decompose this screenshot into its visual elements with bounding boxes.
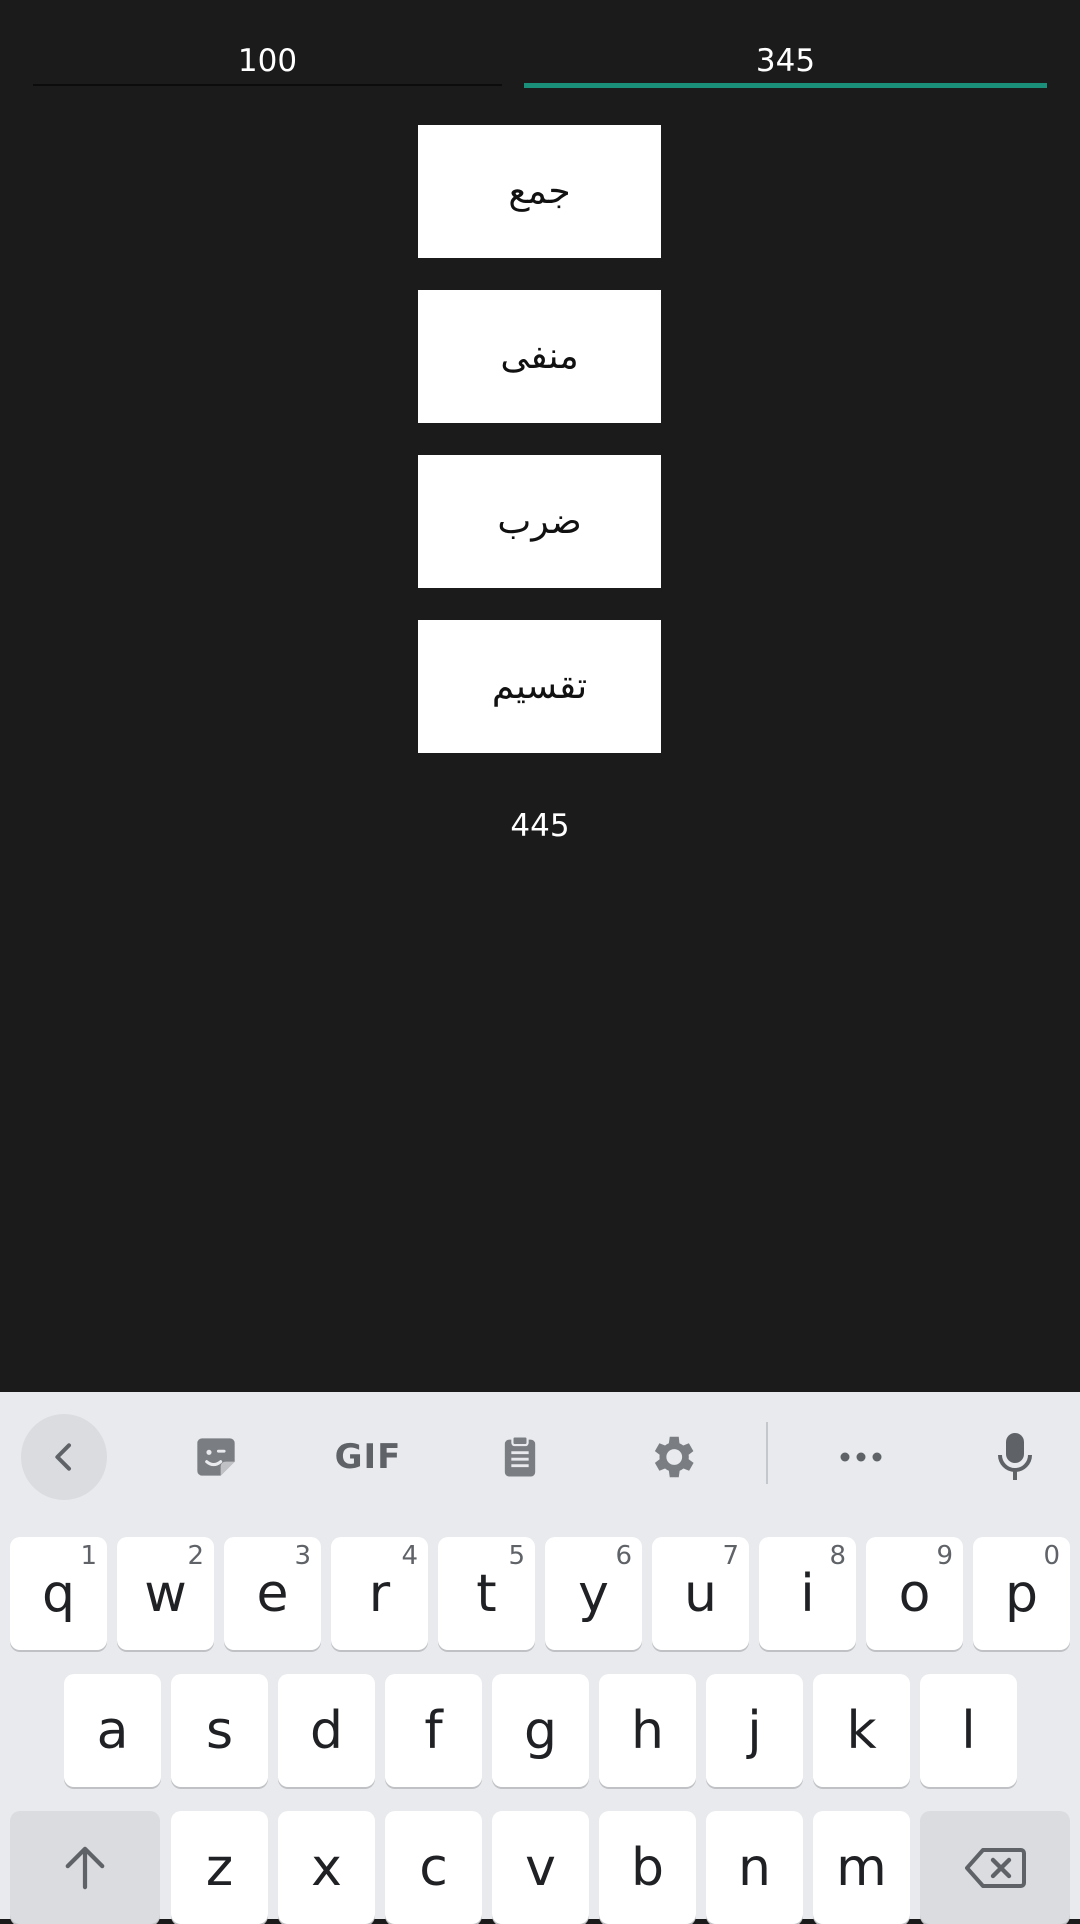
key-y[interactable]: y6 bbox=[545, 1537, 642, 1650]
key-label: n bbox=[738, 1837, 771, 1898]
key-label: g bbox=[523, 1700, 557, 1761]
shift-arrow-icon bbox=[65, 1846, 105, 1889]
key-label: o bbox=[898, 1563, 931, 1624]
key-hint: 9 bbox=[936, 1541, 953, 1571]
gif-button[interactable]: GIF bbox=[325, 1414, 411, 1500]
key-label: p bbox=[1004, 1563, 1038, 1624]
key-a[interactable]: a bbox=[64, 1674, 161, 1787]
sticker-icon[interactable] bbox=[173, 1414, 259, 1500]
key-w[interactable]: w2 bbox=[117, 1537, 214, 1650]
key-label: u bbox=[684, 1563, 717, 1624]
key-i[interactable]: i8 bbox=[759, 1537, 856, 1650]
second-number-underline-focused bbox=[524, 83, 1047, 88]
key-c[interactable]: c bbox=[385, 1811, 482, 1924]
gear-icon[interactable] bbox=[629, 1414, 715, 1500]
clipboard-icon[interactable] bbox=[477, 1414, 563, 1500]
backspace-icon bbox=[965, 1847, 1026, 1888]
key-e[interactable]: e3 bbox=[224, 1537, 321, 1650]
key-label: m bbox=[836, 1837, 887, 1898]
key-label: s bbox=[205, 1700, 234, 1761]
first-number-input[interactable] bbox=[33, 38, 502, 84]
key-hint: 7 bbox=[722, 1541, 739, 1571]
key-label: v bbox=[525, 1837, 556, 1898]
key-l[interactable]: l bbox=[920, 1674, 1017, 1787]
key-hint: 4 bbox=[401, 1541, 418, 1571]
multiply-button[interactable]: ضرب bbox=[418, 455, 661, 588]
result-text: 445 bbox=[510, 808, 570, 844]
key-label: h bbox=[631, 1700, 664, 1761]
key-q[interactable]: q1 bbox=[10, 1537, 107, 1650]
first-number-field[interactable] bbox=[33, 38, 502, 86]
key-d[interactable]: d bbox=[278, 1674, 375, 1787]
key-n[interactable]: n bbox=[706, 1811, 803, 1924]
key-label: a bbox=[96, 1700, 129, 1761]
key-hint: 0 bbox=[1043, 1541, 1060, 1571]
key-label: k bbox=[846, 1700, 877, 1761]
key-s[interactable]: s bbox=[171, 1674, 268, 1787]
key-label: e bbox=[256, 1563, 289, 1624]
key-label: w bbox=[144, 1563, 187, 1624]
more-horizontal-icon[interactable] bbox=[818, 1414, 904, 1500]
shift-key[interactable] bbox=[10, 1811, 160, 1924]
key-u[interactable]: u7 bbox=[652, 1537, 749, 1650]
key-label: b bbox=[630, 1837, 664, 1898]
key-hint: 1 bbox=[80, 1541, 97, 1571]
toolbar-divider bbox=[766, 1422, 768, 1484]
microphone-icon[interactable] bbox=[972, 1414, 1058, 1500]
key-k[interactable]: k bbox=[813, 1674, 910, 1787]
key-j[interactable]: j bbox=[706, 1674, 803, 1787]
subtract-button[interactable]: منفی bbox=[418, 290, 661, 423]
key-hint: 3 bbox=[294, 1541, 311, 1571]
key-label: i bbox=[800, 1563, 815, 1624]
key-label: f bbox=[424, 1700, 443, 1761]
second-number-input[interactable] bbox=[524, 38, 1047, 84]
first-number-underline bbox=[33, 84, 502, 86]
key-hint: 5 bbox=[508, 1541, 525, 1571]
key-hint: 8 bbox=[829, 1541, 846, 1571]
key-label: q bbox=[41, 1563, 75, 1624]
key-o[interactable]: o9 bbox=[866, 1537, 963, 1650]
key-x[interactable]: x bbox=[278, 1811, 375, 1924]
key-t[interactable]: t5 bbox=[438, 1537, 535, 1650]
keyboard-toolbar: GIF bbox=[0, 1392, 1080, 1512]
key-label: x bbox=[311, 1837, 342, 1898]
key-hint: 2 bbox=[187, 1541, 204, 1571]
backspace-key[interactable] bbox=[920, 1811, 1070, 1924]
add-button[interactable]: جمع bbox=[418, 125, 661, 258]
key-z[interactable]: z bbox=[171, 1811, 268, 1924]
key-r[interactable]: r4 bbox=[331, 1537, 428, 1650]
gif-label: GIF bbox=[334, 1437, 402, 1477]
key-label: r bbox=[368, 1563, 391, 1624]
key-f[interactable]: f bbox=[385, 1674, 482, 1787]
key-label: t bbox=[476, 1563, 497, 1624]
key-label: y bbox=[578, 1563, 609, 1624]
key-b[interactable]: b bbox=[599, 1811, 696, 1924]
soft-keyboard: GIF q1w2e3r4t5y6u7i8o9p0 asdfghjkl zxcvb… bbox=[0, 1392, 1080, 1924]
second-number-field[interactable] bbox=[524, 38, 1047, 88]
key-label: c bbox=[419, 1837, 448, 1898]
key-m[interactable]: m bbox=[813, 1811, 910, 1924]
key-h[interactable]: h bbox=[599, 1674, 696, 1787]
chevron-left-icon[interactable] bbox=[21, 1414, 107, 1500]
key-label: z bbox=[205, 1837, 234, 1898]
divide-button[interactable]: تقسیم bbox=[418, 620, 661, 753]
key-hint: 6 bbox=[615, 1541, 632, 1571]
key-g[interactable]: g bbox=[492, 1674, 589, 1787]
key-label: l bbox=[961, 1700, 976, 1761]
key-v[interactable]: v bbox=[492, 1811, 589, 1924]
key-p[interactable]: p0 bbox=[973, 1537, 1070, 1650]
key-label: d bbox=[309, 1700, 343, 1761]
key-label: j bbox=[747, 1700, 762, 1761]
